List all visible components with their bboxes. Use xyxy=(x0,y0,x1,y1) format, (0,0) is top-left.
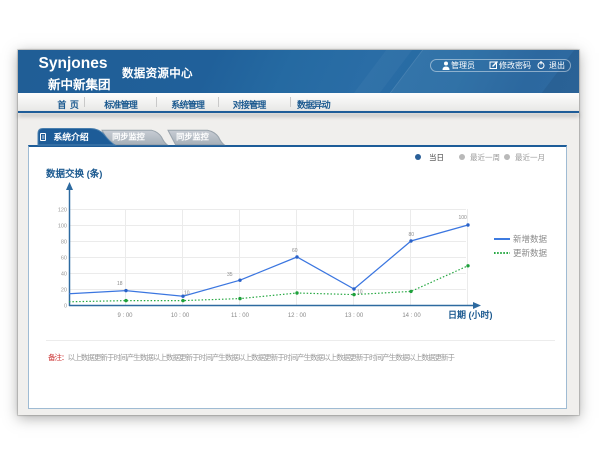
svg-text:当日: 当日 xyxy=(429,152,444,162)
svg-text:系统介绍: 系统介绍 xyxy=(54,131,89,142)
svg-text:10: 10 xyxy=(184,290,190,296)
svg-text:数据交换 (条): 数据交换 (条) xyxy=(45,168,102,180)
svg-text:100: 100 xyxy=(58,223,67,229)
svg-text:最近一月: 最近一月 xyxy=(515,152,545,162)
svg-text:35: 35 xyxy=(227,272,233,278)
svg-text:11 : 00: 11 : 00 xyxy=(231,313,250,319)
svg-text:9 : 00: 9 : 00 xyxy=(117,313,133,319)
svg-text:同步监控: 同步监控 xyxy=(112,132,146,142)
svg-text:10 : 00: 10 : 00 xyxy=(171,313,190,319)
svg-text:100: 100 xyxy=(459,215,468,221)
svg-text:40: 40 xyxy=(61,271,67,277)
svg-text:80: 80 xyxy=(61,239,67,245)
svg-text:14 : 00: 14 : 00 xyxy=(402,313,421,319)
svg-text:新增数据: 新增数据 xyxy=(513,234,548,244)
svg-text:80: 80 xyxy=(409,232,415,238)
svg-text:18: 18 xyxy=(117,281,123,287)
svg-text:更新数据: 更新数据 xyxy=(513,248,548,258)
svg-text:0: 0 xyxy=(64,303,67,309)
svg-text:同步监控: 同步监控 xyxy=(176,132,210,142)
svg-text:13 : 00: 13 : 00 xyxy=(345,313,364,319)
svg-text:60: 60 xyxy=(292,248,298,254)
svg-text:60: 60 xyxy=(61,255,67,261)
svg-text:10: 10 xyxy=(357,289,363,295)
svg-text:12 : 00: 12 : 00 xyxy=(288,313,307,319)
svg-text:日期 (小时): 日期 (小时) xyxy=(448,309,493,320)
svg-text:20: 20 xyxy=(61,287,67,293)
svg-text:最近一周: 最近一周 xyxy=(470,152,500,162)
svg-text:120: 120 xyxy=(58,207,67,213)
